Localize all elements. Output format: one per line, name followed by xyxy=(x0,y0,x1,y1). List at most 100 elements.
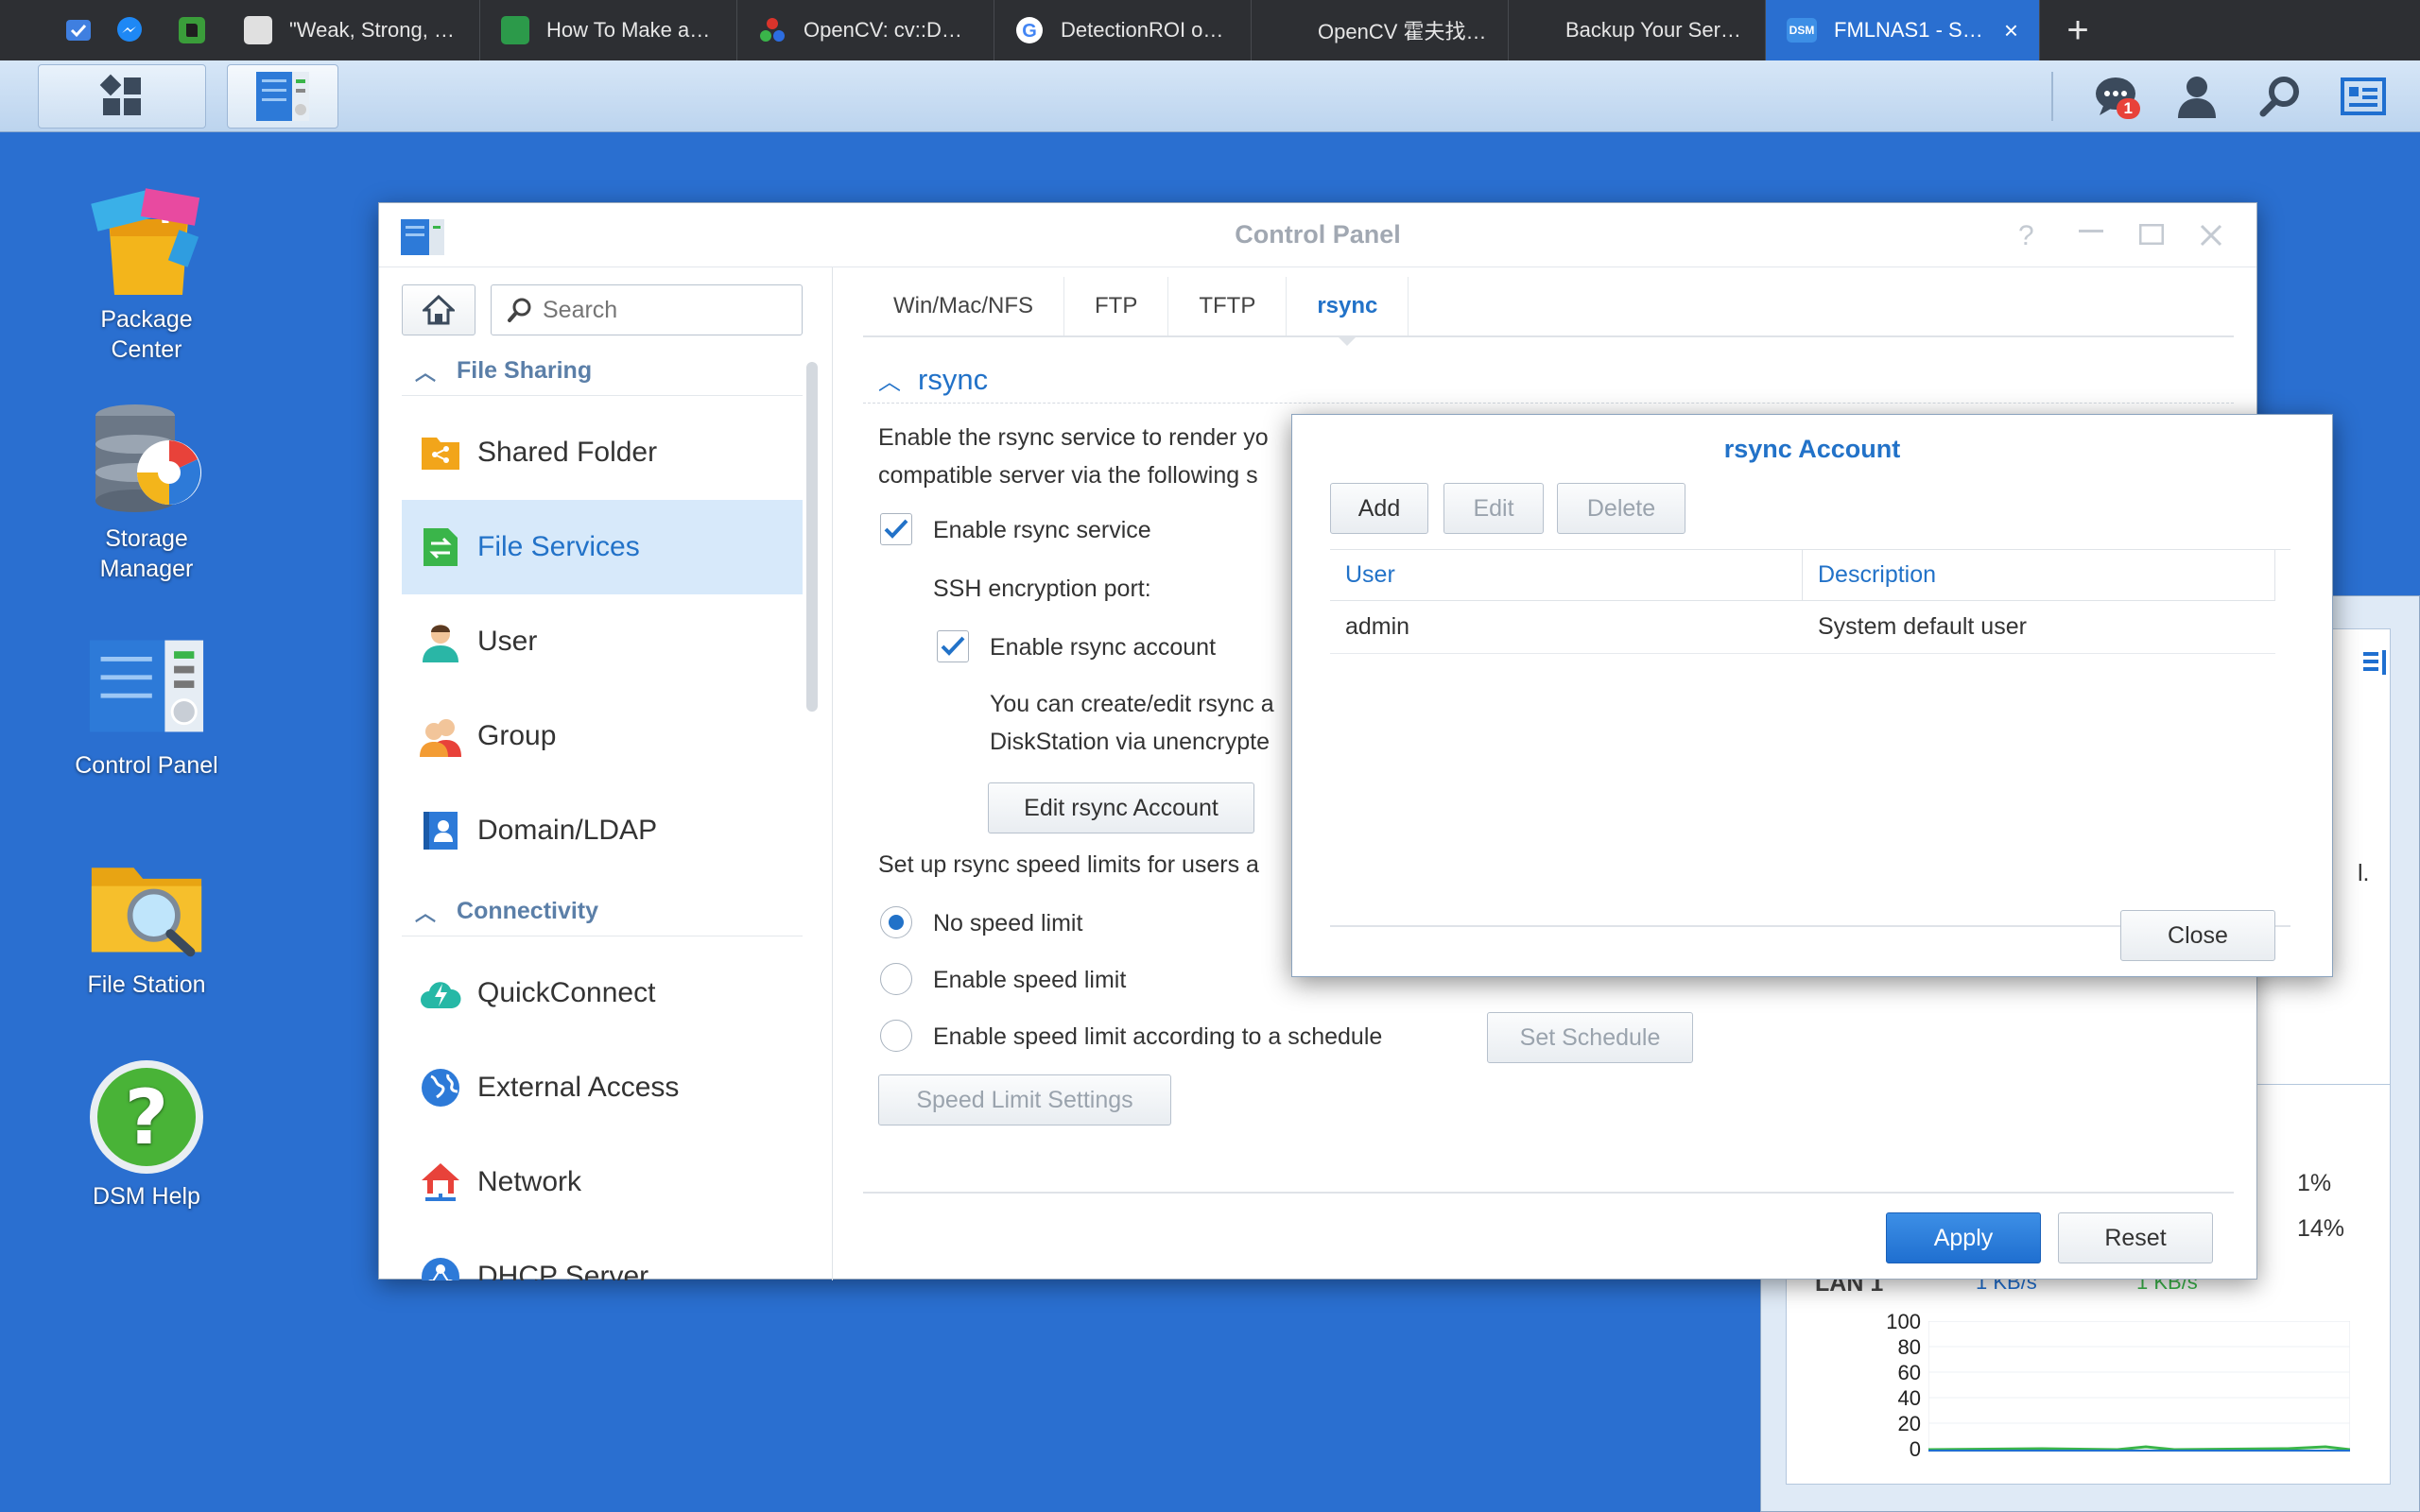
desktop-icon-package-center[interactable]: Package Center xyxy=(38,181,255,365)
section-connectivity[interactable]: ︿ Connectivity xyxy=(402,887,803,936)
browser-tab[interactable]: OpenCV 霍夫找線(... xyxy=(1252,0,1509,60)
speed-limits-label: Set up rsync speed limits for users a xyxy=(878,851,1259,878)
close-icon[interactable] xyxy=(2200,224,2222,247)
close-button[interactable]: Close xyxy=(2120,910,2275,961)
tab-win-mac-nfs[interactable]: Win/Mac/NFS xyxy=(863,277,1065,335)
enable-rsync-service-checkbox[interactable] xyxy=(880,513,912,545)
dialog-title: rsync Account xyxy=(1723,434,1901,463)
cell-description: System default user xyxy=(1803,601,2275,654)
set-schedule-button[interactable]: Set Schedule xyxy=(1487,1012,1693,1063)
no-speed-limit-radio[interactable] xyxy=(880,906,912,938)
speed-limit-settings-button[interactable]: Speed Limit Settings xyxy=(878,1074,1171,1125)
speed-limit-schedule-radio[interactable] xyxy=(880,1020,912,1052)
sidebar-item-network[interactable]: Network xyxy=(402,1135,803,1229)
cell-user: admin xyxy=(1330,601,1803,654)
account-grid: User Description admin System default us… xyxy=(1330,549,2290,927)
new-tab-button[interactable]: + xyxy=(2040,0,2116,60)
enable-rsync-account-checkbox[interactable] xyxy=(937,630,969,662)
sidebar: ︿ File Sharing Shared Folder File Servic… xyxy=(379,267,833,1280)
widgets-button[interactable] xyxy=(2325,60,2401,132)
search-box[interactable] xyxy=(491,284,803,335)
widget-menu-icon[interactable] xyxy=(2361,648,2390,677)
search-icon xyxy=(508,298,531,322)
browser-tab-strip: "Weak, Strong, Un... How To Make a Cu...… xyxy=(0,0,2420,60)
owl-favicon-icon xyxy=(244,16,272,44)
sidebar-item-file-services[interactable]: File Services xyxy=(402,500,803,594)
pinned-tab-evernote[interactable] xyxy=(161,0,223,60)
search-input[interactable] xyxy=(543,296,798,324)
tab-ftp[interactable]: FTP xyxy=(1064,277,1169,335)
cpu-percent: 1% xyxy=(2297,1170,2332,1196)
desktop-icon-dsm-help[interactable]: ? DSM Help xyxy=(38,1058,255,1211)
taskbar-separator xyxy=(2051,72,2053,121)
close-tab-icon[interactable]: × xyxy=(2004,16,2018,45)
home-button[interactable] xyxy=(402,284,475,335)
search-button[interactable] xyxy=(2242,60,2318,132)
control-panel-icon xyxy=(89,640,204,732)
tab-tftp[interactable]: TFTP xyxy=(1168,277,1288,335)
rsync-account-dialog: rsync Account Add Edit Delete User Descr… xyxy=(1291,414,2333,977)
notifications-button[interactable]: 1 xyxy=(2078,60,2153,132)
pinned-tab-todo[interactable] xyxy=(0,0,98,60)
user-icon xyxy=(423,625,458,662)
edit-button[interactable]: Edit xyxy=(1443,483,1544,534)
sidebar-item-external-access[interactable]: External Access xyxy=(402,1040,803,1135)
window-titlebar[interactable]: Control Panel ? xyxy=(379,203,2256,267)
database-disk-icon xyxy=(95,404,201,512)
desktop-icon-file-station[interactable]: File Station xyxy=(38,847,255,1000)
sidebar-item-shared-folder[interactable]: Shared Folder xyxy=(402,405,803,500)
y-tick-label: 40 xyxy=(1897,1386,1921,1410)
tab-rsync[interactable]: rsync xyxy=(1287,277,1409,346)
sidebar-item-user[interactable]: User xyxy=(402,594,803,689)
apply-button[interactable]: Apply xyxy=(1886,1212,2041,1263)
evernote-icon xyxy=(179,17,205,43)
desktop-icon-control-panel[interactable]: Control Panel xyxy=(38,627,255,781)
browser-tab[interactable]: OpenCV: cv::Detec... xyxy=(737,0,994,60)
desktop-icon-storage-manager[interactable]: Storage Manager xyxy=(38,401,255,584)
ram-percent: 14% xyxy=(2297,1215,2345,1242)
svg-text:G: G xyxy=(1022,21,1037,42)
browser-tab[interactable]: G DetectionROI open... xyxy=(994,0,1252,60)
help-icon[interactable]: ? xyxy=(2018,220,2034,252)
control-panel-icon xyxy=(401,219,444,255)
main-menu-button[interactable] xyxy=(38,64,206,129)
reset-button[interactable]: Reset xyxy=(2058,1212,2213,1263)
delete-button[interactable]: Delete xyxy=(1557,483,1685,534)
enable-speed-limit-radio[interactable] xyxy=(880,963,912,995)
browser-tab[interactable]: Backup Your Server wit... xyxy=(1509,0,1766,60)
sidebar-item-dhcp-server[interactable]: DHCP Server xyxy=(402,1229,803,1280)
user-options-button[interactable] xyxy=(2159,60,2235,132)
column-header-description[interactable]: Description xyxy=(1803,550,2275,601)
messenger-icon xyxy=(117,17,142,42)
browser-tab[interactable]: How To Make a Cu... xyxy=(480,0,737,60)
maximize-icon[interactable] xyxy=(2139,224,2164,245)
widget-text-fragment: l. xyxy=(2358,860,2370,886)
sidebar-scrollbar[interactable] xyxy=(806,362,818,712)
minimize-icon[interactable] xyxy=(2079,230,2103,235)
enable-rsync-account-label: Enable rsync account xyxy=(990,634,1217,661)
section-file-sharing[interactable]: ︿ File Sharing xyxy=(402,347,803,396)
column-header-user[interactable]: User xyxy=(1330,550,1803,601)
dsm-favicon-icon: DSM xyxy=(1787,18,1817,43)
y-tick-label: 0 xyxy=(1909,1437,1921,1461)
app-grid-icon xyxy=(99,74,141,115)
shared-folder-icon xyxy=(422,438,459,470)
edit-rsync-account-button[interactable]: Edit rsync Account xyxy=(988,782,1254,833)
sidebar-item-quickconnect[interactable]: QuickConnect xyxy=(402,946,803,1040)
sidebar-item-group[interactable]: Group xyxy=(402,689,803,783)
taskbar-control-panel[interactable] xyxy=(227,64,338,129)
browser-tab-active[interactable]: DSM FMLNAS1 - Syn... × xyxy=(1766,0,2040,60)
pinned-tab-messenger[interactable] xyxy=(98,0,161,60)
directory-book-icon xyxy=(424,812,458,850)
quickconnect-cloud-icon xyxy=(421,982,461,1008)
rsync-group-header[interactable]: ︿ rsync xyxy=(863,356,2234,404)
ssh-port-label: SSH encryption port: xyxy=(933,576,1151,602)
network-house-icon xyxy=(422,1163,459,1201)
sidebar-item-domain-ldap[interactable]: Domain/LDAP xyxy=(402,783,803,878)
y-tick-label: 80 xyxy=(1897,1335,1921,1359)
browser-tab[interactable]: "Weak, Strong, Un... xyxy=(223,0,480,60)
speed-limit-schedule-label: Enable speed limit according to a schedu… xyxy=(933,1023,1383,1050)
y-tick-label: 60 xyxy=(1897,1361,1921,1384)
search-icon xyxy=(2259,77,2299,117)
add-button[interactable]: Add xyxy=(1330,483,1428,534)
